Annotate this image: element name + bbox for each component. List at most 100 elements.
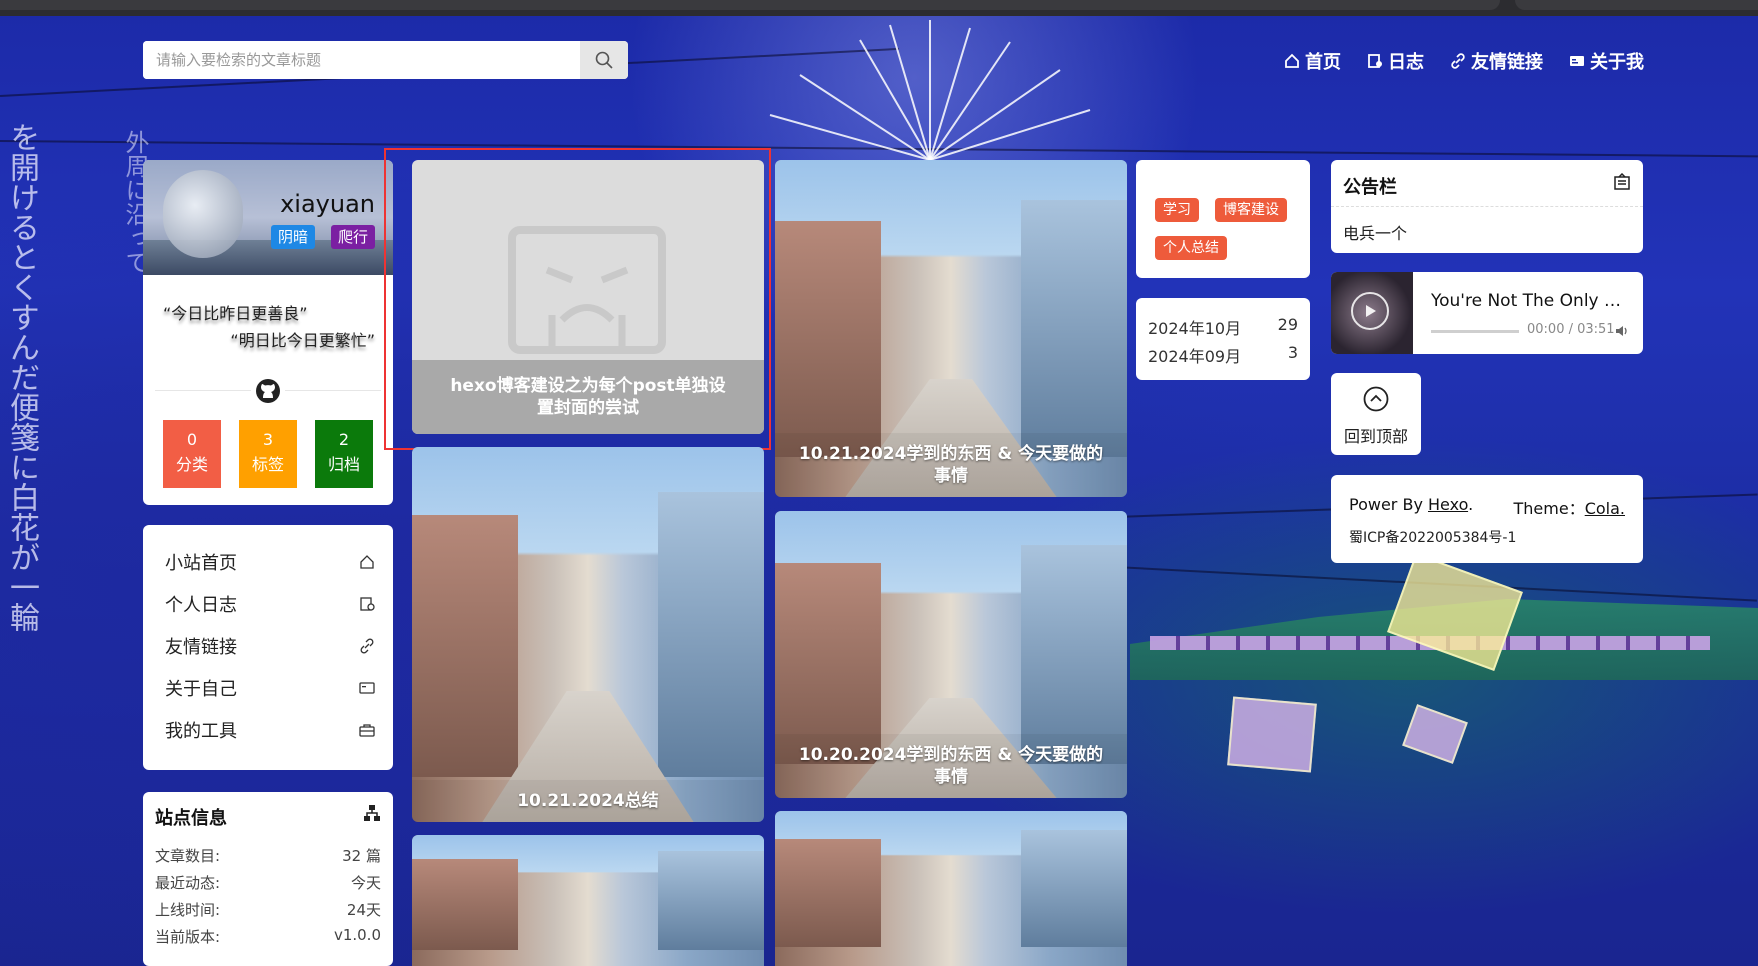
nav-about[interactable]: 关于我 xyxy=(1569,48,1644,74)
nav-journal[interactable]: 日志 xyxy=(1367,48,1424,74)
sitemap-icon xyxy=(364,805,380,821)
volume-icon[interactable] xyxy=(1615,324,1629,338)
nav-about-label: 关于我 xyxy=(1590,52,1644,73)
menu-item-home[interactable]: 小站首页 xyxy=(165,547,375,577)
nav-links[interactable]: 友情链接 xyxy=(1450,48,1543,74)
top-nav: 首页 日志 友情链接 关于我 xyxy=(1284,48,1644,74)
post-title: 10.21.2024总结 xyxy=(412,780,764,822)
menu-item-journal[interactable]: 个人日志 xyxy=(165,589,375,619)
nav-home[interactable]: 首页 xyxy=(1284,48,1341,74)
browser-top-strip xyxy=(0,0,1758,16)
row-label: 最近动态: xyxy=(155,874,221,892)
post-card[interactable]: 10.20.2024学到的东西 & 今天要做的事情 xyxy=(775,511,1127,798)
profile-tag: 阴暗 xyxy=(270,225,315,249)
site-info-row: 最近动态: 今天 xyxy=(155,872,381,893)
journal-icon xyxy=(360,597,375,611)
nav-journal-label: 日志 xyxy=(1388,52,1424,73)
link-icon xyxy=(1451,53,1465,69)
stat-tags[interactable]: 3 标签 xyxy=(239,420,297,488)
icp-record[interactable]: 蜀ICP备2022005384号-1 xyxy=(1349,527,1516,547)
stat-label: 分类 xyxy=(175,455,208,474)
archive-row[interactable]: 2024年10月 29 xyxy=(1148,315,1298,339)
tag-chip[interactable]: 学习 xyxy=(1155,198,1199,222)
row-label: 文章数目: xyxy=(155,847,221,865)
journal-icon xyxy=(1368,54,1382,68)
theme-info: Theme：Cola. xyxy=(1514,495,1626,519)
stat-value: 3 xyxy=(262,430,274,449)
chevron-up-circle-icon xyxy=(1363,386,1389,412)
search-icon xyxy=(595,51,613,69)
menu-item-tools[interactable]: 我的工具 xyxy=(165,715,375,745)
archive-count: 3 xyxy=(1287,343,1298,362)
post-card[interactable]: 10.21.2024学到的东西 & 今天要做的事情 xyxy=(775,160,1127,497)
github-icon xyxy=(256,379,280,403)
archive-month: 2024年10月 xyxy=(1148,319,1242,338)
post-card[interactable]: 10.21.2024总结 xyxy=(412,447,764,822)
toolbox-icon xyxy=(359,724,375,737)
row-label: 上线时间: xyxy=(155,901,221,919)
post-title: 10.20.2024学到的东西 & 今天要做的事情 xyxy=(775,734,1127,798)
site-info-row: 上线时间: 24天 xyxy=(155,899,381,920)
id-card-icon xyxy=(359,682,375,694)
lantern-decoration xyxy=(1402,704,1468,764)
id-card-icon xyxy=(1570,56,1584,66)
menu-item-label: 友情链接 xyxy=(165,637,237,658)
stat-categories[interactable]: 0 分类 xyxy=(163,420,221,488)
stat-archives[interactable]: 2 归档 xyxy=(315,420,373,488)
tag-chip[interactable]: 个人总结 xyxy=(1155,236,1227,260)
background-calligraphy: を開けるとくすんだ便箋に白花が一輪 xyxy=(4,122,39,632)
row-value: 今天 xyxy=(350,874,381,892)
profile-quote: “明日比今日更繁忙” xyxy=(230,331,375,350)
home-icon xyxy=(1285,53,1299,68)
avatar[interactable] xyxy=(163,170,243,258)
divider xyxy=(1331,206,1643,207)
archive-row[interactable]: 2024年09月 3 xyxy=(1148,343,1298,367)
notice-title: 公告栏 xyxy=(1343,177,1397,198)
side-menu: 小站首页 个人日志 友情链接 关于自己 我的工具 xyxy=(143,525,393,770)
nav-links-label: 友情链接 xyxy=(1471,52,1543,73)
progress-bar[interactable] xyxy=(1431,330,1519,333)
tags-widget: 学习 博客建设 个人总结 xyxy=(1136,160,1310,278)
stat-label: 标签 xyxy=(251,455,284,474)
github-link[interactable] xyxy=(251,376,285,406)
site-info-card: 站点信息 文章数目: 32 篇 最近动态: 今天 上线时间: 24天 当前版本: v1.… xyxy=(143,792,393,966)
post-card[interactable] xyxy=(412,835,764,966)
archive-month: 2024年09月 xyxy=(1148,347,1242,366)
notice-board: 公告栏 电兵一个 xyxy=(1331,160,1643,253)
menu-item-label: 个人日志 xyxy=(165,595,237,616)
profile-name: xiayuan xyxy=(280,190,375,218)
theme-label: Theme： xyxy=(1513,499,1585,518)
back-to-top-button[interactable]: 回到顶部 xyxy=(1331,373,1421,455)
post-card[interactable] xyxy=(775,811,1127,966)
lantern-decoration xyxy=(1227,696,1317,773)
search-button[interactable] xyxy=(580,41,628,79)
profile-quote: “今日比昨日更善良” xyxy=(163,304,308,323)
menu-item-label: 我的工具 xyxy=(165,721,237,742)
stat-value: 0 xyxy=(186,430,198,449)
menu-item-links[interactable]: 友情链接 xyxy=(165,631,375,661)
menu-item-about[interactable]: 关于自己 xyxy=(165,673,375,703)
hexo-link[interactable]: Hexo xyxy=(1428,495,1468,514)
profile-tag: 爬行 xyxy=(330,225,375,249)
power-by-label: Power By xyxy=(1349,495,1423,514)
search-input[interactable] xyxy=(143,41,580,79)
highlight-box xyxy=(384,148,771,450)
stat-value: 2 xyxy=(338,430,350,449)
play-icon xyxy=(1366,305,1376,317)
site-info-title: 站点信息 xyxy=(155,808,227,829)
song-time: 00:00 / 03:51 xyxy=(1527,322,1615,337)
stat-label: 归档 xyxy=(327,455,360,474)
row-value: 24天 xyxy=(346,901,381,919)
post-title: 10.21.2024学到的东西 & 今天要做的事情 xyxy=(775,433,1127,497)
archive-count: 29 xyxy=(1277,315,1298,334)
song-title: You're Not The Only One xyxy=(1431,291,1629,311)
tag-chip[interactable]: 博客建设 xyxy=(1215,198,1287,222)
play-button[interactable] xyxy=(1351,292,1389,330)
row-value: 32 篇 xyxy=(342,847,381,865)
home-icon xyxy=(360,555,374,569)
row-label: 当前版本: xyxy=(155,928,221,946)
menu-item-label: 关于自己 xyxy=(165,679,237,700)
cola-link[interactable]: Cola. xyxy=(1585,499,1625,518)
search-bar xyxy=(143,41,628,79)
row-value: v1.0.0 xyxy=(333,926,381,944)
